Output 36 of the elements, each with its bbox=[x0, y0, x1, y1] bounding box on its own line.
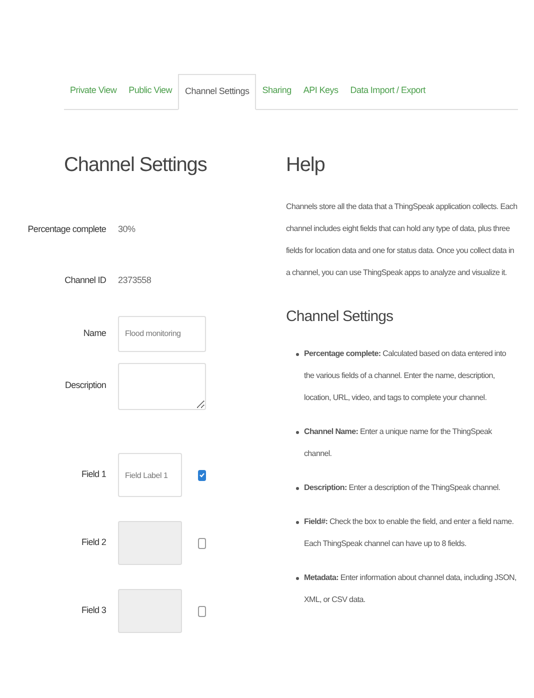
help-item: Percentage complete: Calculated based on data entered into the various fields of a channel. Enter the name, description, location, URL, video, and tags to complete your channel. bbox=[304, 348, 508, 404]
bullet-icon bbox=[296, 352, 299, 356]
field-label: Field 1 bbox=[82, 468, 106, 482]
checkbox[interactable] bbox=[198, 606, 206, 616]
field-value: 30% bbox=[118, 222, 136, 236]
field-label: Name bbox=[83, 326, 106, 340]
bullet-icon bbox=[296, 520, 299, 524]
field-input[interactable] bbox=[118, 521, 182, 565]
tab[interactable]: Private View bbox=[64, 73, 123, 109]
field-label: Field 2 bbox=[82, 536, 106, 550]
help-paragraph: Channels store all the data that a ThingSpeak application collects. Each channel includes eight fields that can hold any type of data, plus three fields for location data and one for status data. Once you collect data in a channel, you can use ThingSpeak apps to analyze and visualize it. bbox=[286, 201, 518, 279]
section-heading: Channel Settings bbox=[286, 307, 394, 327]
help-item: Description: Enter a description of the ThingSpeak channel. bbox=[304, 482, 500, 494]
checkbox[interactable] bbox=[198, 538, 206, 548]
field-input[interactable]: Field Label 1 bbox=[118, 453, 182, 497]
tab[interactable]: Channel Settings bbox=[178, 74, 256, 110]
field-label: Description bbox=[64, 379, 106, 392]
field-label: Field 3 bbox=[82, 604, 106, 618]
tab[interactable]: Sharing bbox=[256, 73, 298, 109]
field-input[interactable] bbox=[118, 589, 182, 633]
bullet-icon bbox=[296, 486, 299, 490]
bullet-icon bbox=[296, 576, 299, 580]
name-input[interactable]: Flood monitoring bbox=[118, 316, 206, 352]
bullet-icon bbox=[296, 430, 299, 434]
help-item: Channel Name: Enter a unique name for the ThingSpeak channel. bbox=[304, 426, 493, 460]
section-heading: Channel Settings bbox=[64, 153, 208, 178]
help-item: Metadata: Enter information about channel data, including JSON, XML, or CSV data. bbox=[304, 572, 518, 606]
help-heading: Help bbox=[286, 153, 326, 178]
tab[interactable]: API Keys bbox=[297, 73, 344, 109]
field-label: Percentage complete bbox=[28, 222, 106, 236]
help-item: Field#: Check the box to enable the field, and enter a field name. Each ThingSpeak channel can have up to 8 fields. bbox=[304, 516, 515, 550]
field-value: 2373558 bbox=[118, 274, 152, 287]
field-label: Channel ID bbox=[64, 274, 106, 287]
checkbox[interactable] bbox=[198, 470, 206, 480]
tab[interactable]: Data Import / Export bbox=[344, 73, 432, 109]
tab[interactable]: Public View bbox=[122, 73, 178, 109]
